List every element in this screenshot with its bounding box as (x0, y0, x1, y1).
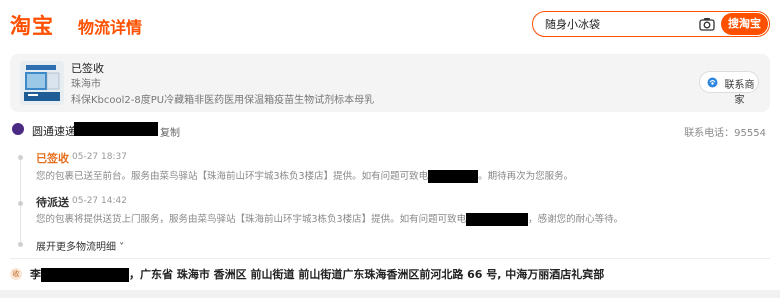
contact-seller-button[interactable]: 联系商家 (699, 71, 759, 106)
divider (10, 258, 770, 259)
timeline-detail-text: 您的包裹已送至前台。服务由菜鸟驿站【珠海前山环宇城3栋负3楼店】提供。如有问题可… (36, 171, 429, 182)
timeline-dot (18, 155, 23, 160)
order-city: 珠海市 (71, 79, 101, 90)
expand-logistics-link[interactable]: 展开更多物流明细 ˅ (36, 238, 124, 253)
carrier-phone: 联系电话：95554 (684, 128, 766, 139)
receiver-address: 李 ，广东省 珠海市 香洲区 前山街道 前山街道广东珠海香洲区前河北路 66 号,… (30, 266, 604, 282)
receiver-badge: 收 (10, 268, 22, 280)
yto-logo-icon (12, 123, 24, 135)
carrier-name: 圆通速递 (32, 125, 76, 138)
header: 淘宝 物流详情 搜淘宝 (0, 0, 780, 50)
product-thumbnail[interactable] (20, 61, 64, 105)
search-box: 搜淘宝 (532, 11, 770, 37)
bottom-bar (0, 290, 780, 298)
receiver-address-text: ，广东省 珠海市 香洲区 前山街道 前山街道广东珠海香洲区前河北路 66 号, … (129, 268, 605, 281)
timeline-detail: 您的包裹将提供送货上门服务，服务由菜鸟驿站【珠海前山环宇城3栋负3楼店】提供。如… (36, 211, 623, 226)
order-status: 已签收 (71, 62, 104, 75)
redacted-tracking-number (74, 122, 158, 136)
cooler-box-image (20, 61, 64, 105)
timeline-status: 已签收 (36, 152, 69, 165)
timeline-detail-text: 您的包裹将提供送货上门服务，服务由菜鸟驿站【珠海前山环宇城3栋负3楼店】提供。如… (36, 214, 467, 225)
timeline-detail-text-end: ，感谢您的耐心等待。 (528, 214, 624, 225)
customer-service-icon (707, 77, 718, 88)
product-name[interactable]: 科保Kbcool2-8度PU冷藏箱非医药医用保温箱疫苗生物试剂标本母乳 (71, 91, 374, 106)
order-card: 已签收 珠海市 科保Kbcool2-8度PU冷藏箱非医药医用保温箱疫苗生物试剂标… (10, 54, 770, 112)
camera-icon[interactable] (699, 17, 715, 31)
redacted-phone (466, 213, 529, 226)
timeline-time: 05-27 14:42 (72, 196, 127, 206)
page-title: 物流详情 (78, 18, 143, 37)
redacted-receiver-name (41, 268, 129, 282)
contact-seller-label: 联系商家 (724, 80, 755, 106)
search-input[interactable] (545, 15, 695, 33)
search-button[interactable]: 搜淘宝 (721, 13, 768, 35)
timeline-time: 05-27 18:37 (72, 152, 127, 162)
redacted-phone (428, 170, 479, 183)
copy-button[interactable]: 复制 (160, 124, 180, 139)
timeline-status: 待派送 (36, 196, 69, 209)
timeline-detail: 您的包裹已送至前台。服务由菜鸟驿站【珠海前山环宇城3栋负3楼店】提供。如有问题可… (36, 168, 573, 183)
taobao-logo[interactable]: 淘宝 (10, 10, 54, 40)
timeline-detail-text-end: 。期待再次为您服务。 (478, 171, 574, 182)
receiver-name-prefix: 李 (30, 268, 41, 281)
timeline-dot (18, 201, 23, 206)
carrier-row: 圆通速递 复制 联系电话：95554 (10, 121, 770, 139)
timeline-dot (18, 242, 23, 247)
